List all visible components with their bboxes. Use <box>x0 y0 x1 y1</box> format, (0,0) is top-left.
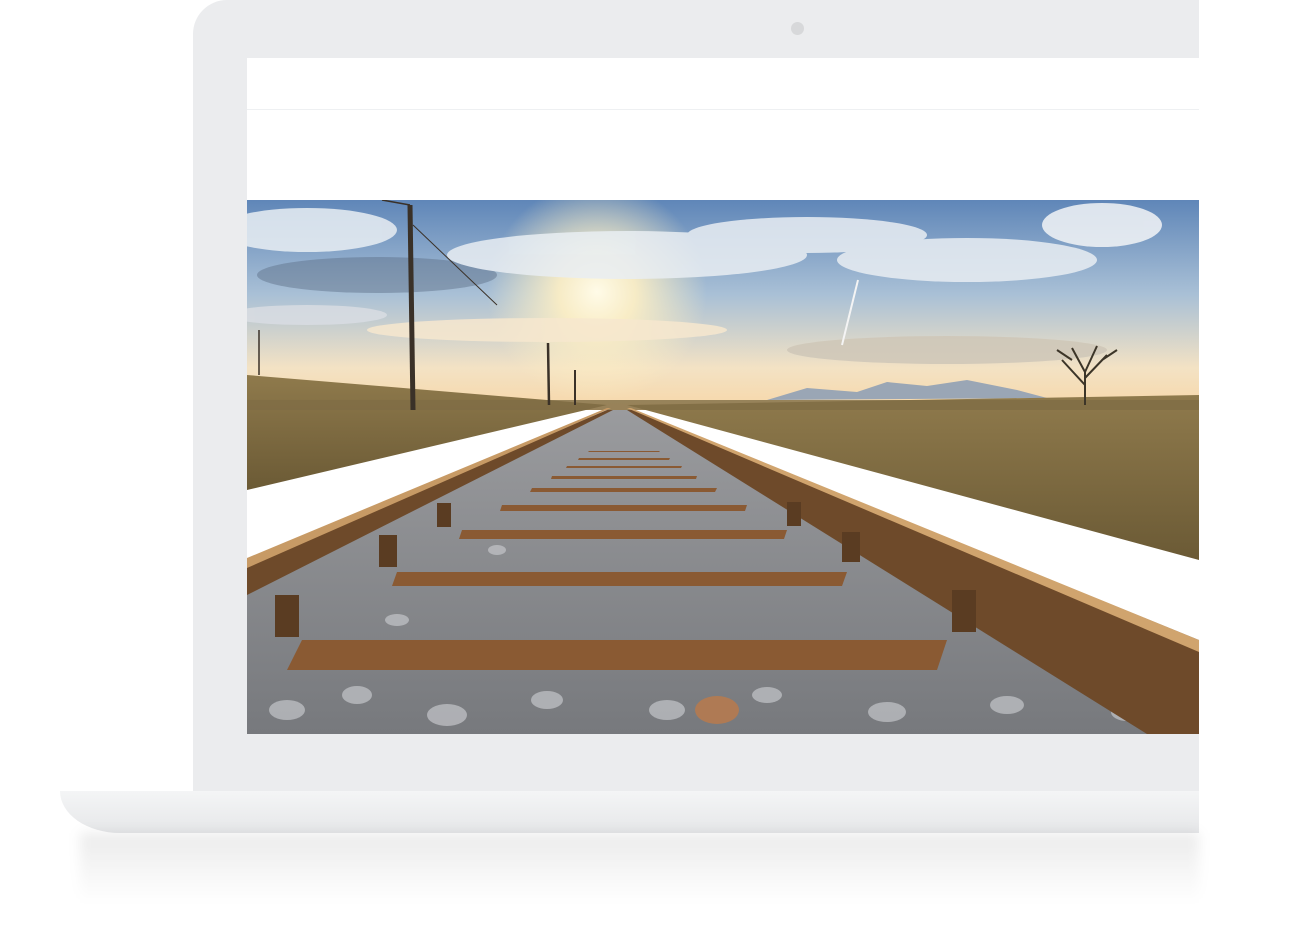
laptop-screen <box>247 58 1199 734</box>
site-header <box>247 58 1199 110</box>
webcam-icon <box>791 22 804 35</box>
laptop-shadow <box>80 833 1199 903</box>
site-subheader <box>247 110 1199 200</box>
laptop-base <box>60 791 1199 833</box>
hero-railway-photo <box>247 200 1199 734</box>
